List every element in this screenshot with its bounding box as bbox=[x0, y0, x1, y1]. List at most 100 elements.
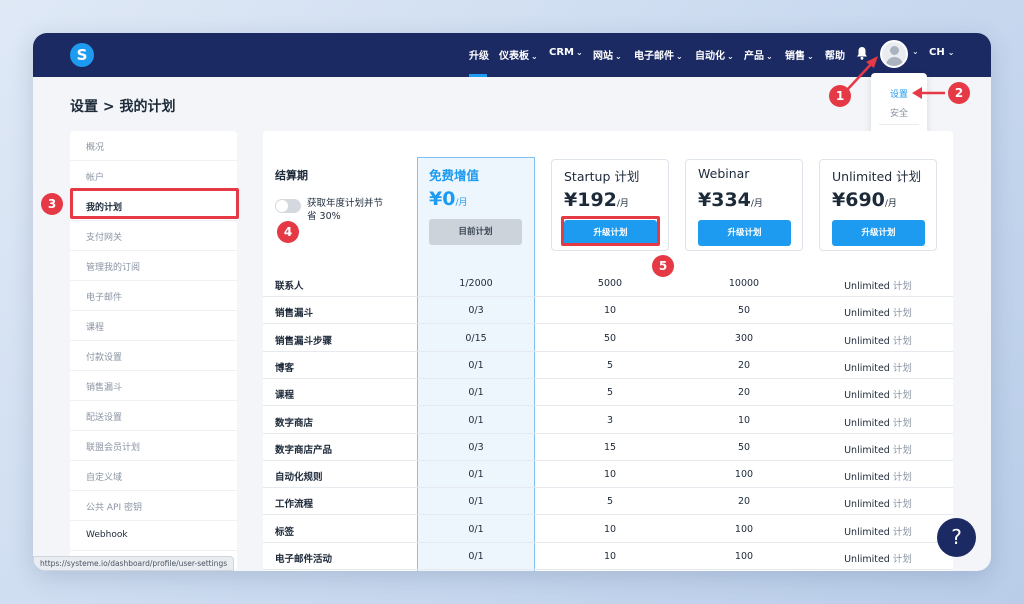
annotation-badge-4: 4 bbox=[277, 221, 299, 243]
feature-value: 50 bbox=[737, 305, 751, 317]
chevron-down-icon: ⌄ bbox=[576, 48, 583, 57]
feature-value: 0/1 bbox=[468, 551, 484, 562]
feature-value: 20 bbox=[737, 496, 751, 508]
annotation-badge-3: 3 bbox=[41, 193, 63, 215]
table-row: 课程 0/1 5 20 Unlimited 计划 bbox=[263, 379, 953, 407]
annual-billing-toggle[interactable] bbox=[275, 199, 301, 213]
avatar-head bbox=[890, 46, 899, 55]
chevron-down-icon[interactable]: ⌄ bbox=[912, 47, 919, 56]
table-row: 博客 0/1 5 20 Unlimited 计划 bbox=[263, 352, 953, 379]
language-selector[interactable]: CH ⌄ bbox=[929, 47, 954, 58]
feature-value: Unlimited 计划 bbox=[844, 526, 912, 538]
sidebar-item-payment-settings[interactable]: 付款设置 bbox=[70, 341, 237, 371]
table-row: 数字商店 0/1 3 10 Unlimited 计划 bbox=[263, 407, 953, 434]
nav-email[interactable]: 电子邮件 ⌄ bbox=[634, 47, 683, 62]
feature-value: Unlimited 计划 bbox=[844, 308, 912, 320]
sidebar-item-email[interactable]: 电子邮件 bbox=[70, 281, 237, 311]
feature-value: 5 bbox=[606, 496, 614, 508]
menu-item-security[interactable]: 安全 bbox=[890, 106, 908, 119]
feature-value: Unlimited 计划 bbox=[844, 390, 912, 402]
sidebar-item-webhook[interactable]: Webhook bbox=[70, 521, 237, 551]
feature-value: 10 bbox=[603, 523, 617, 535]
feature-value: 50 bbox=[603, 332, 617, 344]
nav-crm[interactable]: CRM ⌄ bbox=[549, 47, 583, 58]
top-navbar: S 升级 仪表板 ⌄ CRM ⌄ 网站 ⌄ 电子邮件 ⌄ 自动化 ⌄ 产品 ⌄ 销售 ⌄ 帮助… bbox=[33, 33, 991, 77]
highlight-my-plan bbox=[70, 188, 239, 219]
table-row: 数字商店产品 0/3 15 50 Unlimited 计划 bbox=[263, 434, 953, 461]
feature-value: 3 bbox=[606, 414, 614, 426]
sidebar-item-overview[interactable]: 概况 bbox=[70, 131, 237, 161]
plan-name: Webinar bbox=[698, 166, 750, 181]
plan-price: ¥690/月 bbox=[832, 189, 897, 211]
sidebar-item-api-keys[interactable]: 公共 API 密钥 bbox=[70, 491, 237, 521]
chevron-down-icon: ⌄ bbox=[766, 52, 773, 61]
feature-value: 5 bbox=[606, 359, 614, 371]
status-bar-url: https://systeme.io/dashboard/profile/use… bbox=[33, 556, 235, 571]
plan-price: ¥0/月 bbox=[429, 188, 468, 210]
help-button[interactable]: ? bbox=[937, 518, 976, 557]
nav-sales[interactable]: 销售 ⌄ bbox=[785, 47, 814, 62]
app-window: S 升级 仪表板 ⌄ CRM ⌄ 网站 ⌄ 电子邮件 ⌄ 自动化 ⌄ 产品 ⌄ 销售 ⌄ 帮助… bbox=[33, 33, 991, 571]
feature-name: 课程 bbox=[275, 390, 295, 402]
upgrade-unlimited-button[interactable]: 升级计划 bbox=[832, 220, 925, 246]
feature-name: 数字商店产品 bbox=[275, 444, 333, 456]
current-plan-button: 目前计划 bbox=[429, 219, 522, 245]
user-avatar[interactable] bbox=[880, 40, 908, 68]
feature-name: 工作流程 bbox=[275, 499, 314, 511]
menu-item-settings[interactable]: 设置 bbox=[890, 87, 908, 100]
feature-value: 0/3 bbox=[468, 305, 484, 317]
nav-automation[interactable]: 自动化 ⌄ bbox=[695, 47, 734, 62]
sidebar-item-subscriptions[interactable]: 管理我的订阅 bbox=[70, 251, 237, 281]
table-row: 自动化规则 0/1 10 100 Unlimited 计划 bbox=[263, 461, 953, 489]
chevron-down-icon: ⌄ bbox=[727, 52, 734, 61]
feature-value: Unlimited 计划 bbox=[844, 417, 912, 429]
table-row: 电子邮件活动 0/1 10 100 Unlimited 计划 bbox=[263, 543, 953, 570]
feature-value: 0/1 bbox=[468, 359, 484, 371]
sidebar-item-shipping[interactable]: 配送设置 bbox=[70, 401, 237, 431]
sidebar-item-custom-domain[interactable]: 自定义域 bbox=[70, 461, 237, 491]
plan-price: ¥192/月 bbox=[564, 189, 629, 211]
nav-dashboard[interactable]: 仪表板 ⌄ bbox=[499, 47, 538, 62]
table-row: 销售漏斗 0/3 10 50 Unlimited 计划 bbox=[263, 297, 953, 325]
chevron-down-icon: ⌄ bbox=[676, 52, 683, 61]
systeme-logo[interactable]: S bbox=[70, 43, 94, 67]
annual-billing-label: 获取年度计划并节省 30% bbox=[307, 198, 384, 222]
feature-value: Unlimited 计划 bbox=[844, 554, 912, 565]
sidebar-item-courses[interactable]: 课程 bbox=[70, 311, 237, 341]
table-row: 联系人 1/2000 5000 10000 Unlimited 计划 bbox=[263, 270, 953, 297]
feature-value: Unlimited 计划 bbox=[844, 444, 912, 456]
feature-name: 联系人 bbox=[275, 281, 304, 292]
table-row: 标签 0/1 10 100 Unlimited 计划 bbox=[263, 516, 953, 543]
plan-card-unlimited: Unlimited 计划 ¥690/月 升级计划 bbox=[819, 159, 937, 251]
feature-value: 0/1 bbox=[468, 387, 484, 399]
page-title: 设置 > 我的计划 bbox=[70, 99, 176, 115]
feature-value: Unlimited 计划 bbox=[844, 499, 912, 511]
sidebar-item-payment-gateways[interactable]: 支付网关 bbox=[70, 221, 237, 251]
bell-icon[interactable] bbox=[856, 46, 868, 60]
annotation-badge-5: 5 bbox=[652, 255, 674, 277]
feature-value: 0/1 bbox=[468, 469, 484, 481]
plan-card-free: 免费增值 ¥0/月 目前计划 bbox=[417, 159, 535, 251]
nav-upgrade[interactable]: 升级 bbox=[469, 47, 489, 62]
nav-websites[interactable]: 网站 ⌄ bbox=[593, 47, 622, 62]
plan-name: 免费增值 bbox=[429, 168, 480, 183]
feature-value: 300 bbox=[734, 332, 754, 344]
sidebar-item-affiliate[interactable]: 联盟会员计划 bbox=[70, 431, 237, 461]
chevron-down-icon: ⌄ bbox=[615, 52, 622, 61]
feature-value: 5 bbox=[606, 387, 614, 399]
nav-products[interactable]: 产品 ⌄ bbox=[744, 47, 773, 62]
table-row: 工作流程 0/1 5 20 Unlimited 计划 bbox=[263, 488, 953, 516]
sidebar-item-funnels[interactable]: 销售漏斗 bbox=[70, 371, 237, 401]
plans-panel: 结算期 获取年度计划并节省 30% 免费增值 ¥0/月 目前计划 Startup… bbox=[263, 131, 953, 571]
plan-price: ¥334/月 bbox=[698, 189, 763, 211]
feature-value: Unlimited 计划 bbox=[844, 335, 912, 347]
feature-name: 销售漏斗 bbox=[275, 308, 314, 320]
chevron-down-icon: ⌄ bbox=[807, 52, 814, 61]
feature-value: 0/3 bbox=[468, 441, 484, 453]
nav-help[interactable]: 帮助 bbox=[825, 47, 845, 62]
feature-value: Unlimited 计划 bbox=[844, 281, 912, 292]
plan-name: Unlimited 计划 bbox=[832, 169, 922, 184]
upgrade-webinar-button[interactable]: 升级计划 bbox=[698, 220, 791, 246]
feature-value: 100 bbox=[734, 523, 754, 535]
sidebar-item-account[interactable]: 帐户 bbox=[70, 161, 237, 191]
